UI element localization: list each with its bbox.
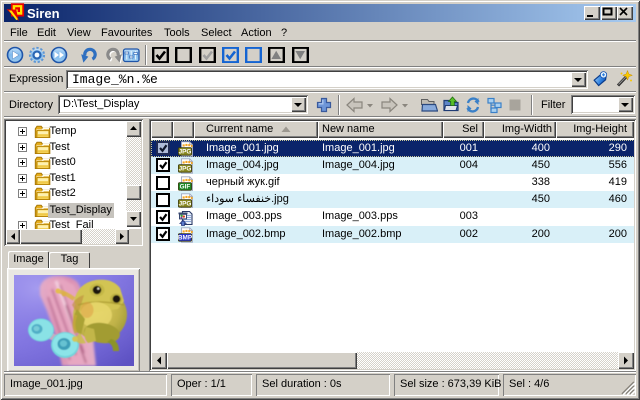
svg-text:JPG: JPG <box>179 200 192 207</box>
svg-text:JPG: JPG <box>179 149 192 156</box>
svg-text:GIF: GIF <box>180 183 191 190</box>
svg-text:BMP: BMP <box>178 235 193 242</box>
svg-text:JPG: JPG <box>179 166 192 173</box>
